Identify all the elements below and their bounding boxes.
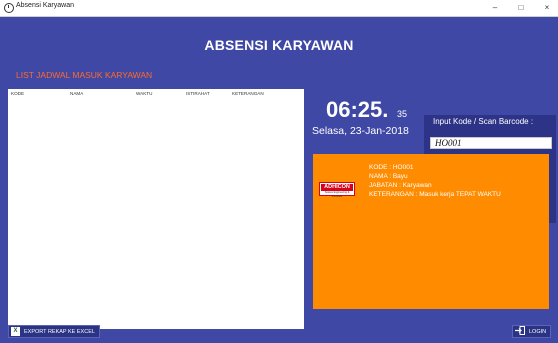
company-logo: ADHICON Sukses Engineering & Komputer — [319, 182, 355, 198]
info-jabatan: JABATAN : Karyawan — [369, 182, 432, 189]
column-header-keterangan[interactable]: KETERANGAN — [232, 91, 264, 96]
clock-date: Selasa, 23-Jan-2018 — [312, 125, 409, 137]
login-label: LOGIN — [529, 328, 547, 335]
column-header-waktu[interactable]: WAKTU — [136, 91, 152, 96]
employee-info-card: ADHICON Sukses Engineering & Komputer KO… — [313, 154, 549, 309]
export-excel-button[interactable]: X EXPORT REKAP KE EXCEL — [8, 325, 100, 338]
logo-top-text: ADHICON — [321, 184, 353, 191]
info-kode: KODE : HO001 — [369, 164, 414, 171]
close-button[interactable]: × — [536, 0, 558, 16]
minimize-button[interactable]: – — [484, 0, 506, 16]
export-excel-label: EXPORT REKAP KE EXCEL — [24, 328, 95, 335]
info-nama: NAMA : Bayu — [369, 173, 408, 180]
column-header-kode[interactable]: KODE — [11, 91, 24, 96]
title-bar: Absensi Karyawan – □ × — [0, 0, 558, 17]
column-header-nama[interactable]: NAMA — [70, 91, 83, 96]
scan-label: Input Kode / Scan Barcode : — [433, 117, 534, 126]
window-title: Absensi Karyawan — [16, 2, 74, 9]
clock-time: 06:25. — [326, 97, 389, 122]
app-clock-icon — [4, 3, 14, 13]
info-keterangan: KETERANGAN : Masuk kerja TEPAT WAKTU — [369, 191, 501, 198]
main-area: ABSENSI KARYAWAN LIST JADWAL MASUK KARYA… — [0, 17, 558, 343]
barcode-input[interactable] — [430, 137, 552, 149]
excel-icon: X — [11, 327, 20, 336]
login-icon — [515, 326, 525, 337]
logo-bottom-text: Sukses Engineering & Komputer — [324, 191, 350, 198]
column-header-istirahat[interactable]: ISTIRAHAT — [186, 91, 210, 96]
clock-seconds: 35 — [397, 109, 408, 119]
schedule-list-header: KODE NAMA WAKTU ISTIRAHAT KETERANGAN — [8, 89, 304, 99]
schedule-list-title: LIST JADWAL MASUK KARYAWAN — [16, 70, 153, 80]
page-title: ABSENSI KARYAWAN — [204, 37, 354, 53]
schedule-list[interactable]: KODE NAMA WAKTU ISTIRAHAT KETERANGAN — [8, 89, 304, 329]
login-button[interactable]: LOGIN — [512, 325, 552, 338]
maximize-button[interactable]: □ — [510, 0, 532, 16]
